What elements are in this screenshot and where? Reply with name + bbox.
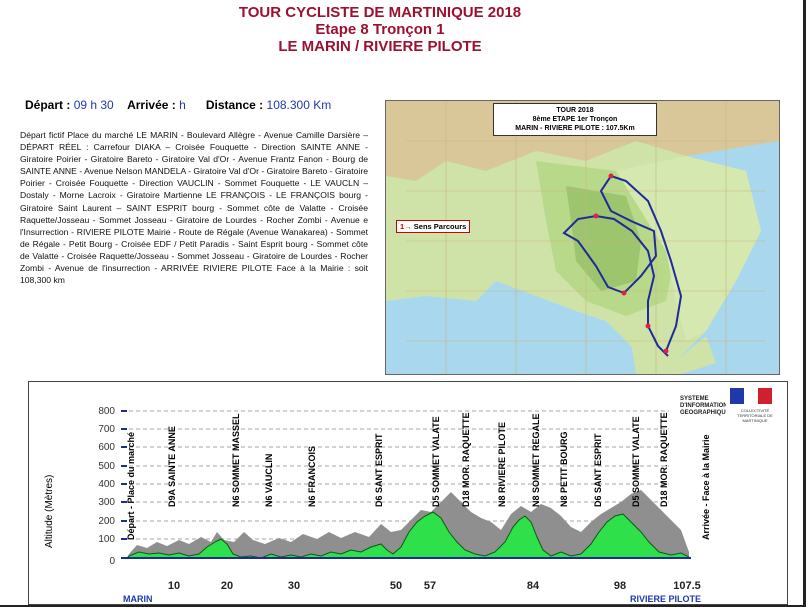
y-axis-ticks: 800 700 600 500 400 300 200 100 0 xyxy=(98,406,115,567)
logo-text: COLLECTIVITÉ TERRITORIALE DE MARTINIQUE xyxy=(737,408,773,423)
place-n6-francois: N6 FRANCOIS xyxy=(307,446,317,507)
distance-label: Distance : xyxy=(205,98,264,112)
profile-graphic: 800 700 600 500 400 300 200 100 0 Départ… xyxy=(98,406,711,592)
km-57: 57 xyxy=(424,580,436,592)
km-20: 20 xyxy=(221,580,233,592)
direction-text: Sens Parcours xyxy=(413,222,467,231)
arrivee-value: h xyxy=(179,98,186,112)
depart-label: Départ : xyxy=(25,98,71,112)
place-n8-sommet-regale: N8 SOMMET REGALE xyxy=(531,413,541,507)
ytick-100: 100 xyxy=(98,534,115,545)
km-98: 98 xyxy=(614,580,626,592)
direction-arrow: 1→ xyxy=(400,222,412,231)
ytick-700: 700 xyxy=(98,424,115,435)
collectivite-logo: COLLECTIVITÉ TERRITORIALE DE MARTINIQUE xyxy=(726,386,782,456)
title-line-1: TOUR CYCLISTE DE MARTINIQUE 2018 xyxy=(238,4,522,21)
arrivee-label: Arrivée : xyxy=(127,98,176,112)
ytick-800: 800 xyxy=(98,406,115,417)
start-town: MARIN xyxy=(123,594,153,604)
ytick-200: 200 xyxy=(98,516,115,527)
map-graphic xyxy=(386,101,779,374)
title-line-2: Etape 8 Tronçon 1 xyxy=(315,21,445,38)
place-d6-sant-esprit-1: D6 SANT ESPRIT xyxy=(374,433,384,507)
header-titles: TOUR CYCLISTE DE MARTINIQUE 2018 Etape 8… xyxy=(0,4,760,55)
place-d18-mor-raquette-1: D18 MOR. RAQUETTE xyxy=(461,412,471,507)
end-town: RIVIERE PILOTE xyxy=(630,594,702,604)
place-arrivee: Arrivée - Face à la Mairie xyxy=(701,434,711,540)
place-n6-sommet-massel: N6 SOMMET MASSEL xyxy=(231,413,241,507)
title-line-3: LE MARIN / RIVIERE PILOTE xyxy=(278,38,482,55)
stage-info: Départ : 09 h 30 Arrivée : h Distance : … xyxy=(25,98,331,112)
km-labels: 10 20 30 50 57 84 98 107.5 xyxy=(168,580,701,592)
y-axis-label: Altitude (Mètres) xyxy=(44,474,55,548)
depart-value: 09 h 30 xyxy=(73,98,114,112)
place-d5-sommet-valate-1: D5 SOMMET VALATE xyxy=(431,416,441,507)
ytick-300: 300 xyxy=(98,497,115,508)
place-depart: Départ - Place du marché xyxy=(126,432,136,540)
place-d5-sommet-valate-2: D5 SOMMET VALATE xyxy=(631,416,641,507)
km-30: 30 xyxy=(288,580,300,592)
ytick-400: 400 xyxy=(98,479,115,490)
km-84: 84 xyxy=(527,580,540,592)
elevation-profile: 800 700 600 500 400 300 200 100 0 Départ… xyxy=(28,381,788,605)
km-107-5: 107.5 xyxy=(673,580,701,592)
direction-label: 1→ Sens Parcours xyxy=(396,220,471,233)
place-d18-mor-raquette-2: D18 MOR. RAQUETTE xyxy=(659,412,669,507)
place-n6-vauclin: N6 VAUCLIN xyxy=(264,454,274,507)
route-description: Départ fictif Place du marché LE MARIN -… xyxy=(20,130,368,286)
place-n8-riviere-pilote: N8 RIVIERE PILOTE xyxy=(497,422,507,507)
route-map: TOUR 2018 8ème ETAPE 1er Tronçon MARIN -… xyxy=(385,100,780,375)
place-d9a-sainte-anne: D9A SAINTE ANNE xyxy=(167,426,177,507)
french-flag-icon xyxy=(730,388,774,404)
map-label-line-2: 8ème ETAPE 1er Tronçon xyxy=(532,116,618,123)
place-d6-sant-esprit-2: D6 SANT ESPRIT xyxy=(593,433,603,507)
ign-caption: SYSTEME D'INFORMATION GEOGRAPHIQUE xyxy=(680,396,730,416)
distance-value: 108.300 Km xyxy=(266,98,332,112)
km-10: 10 xyxy=(168,580,180,592)
ytick-600: 600 xyxy=(98,442,115,453)
map-label-line-3: MARIN - RIVIERE PILOTE : 107.5Km xyxy=(515,125,635,132)
km-50: 50 xyxy=(390,580,402,592)
map-label-line-1: TOUR 2018 xyxy=(556,107,594,114)
place-n8-petit-bourg: N8 PETIT BOURG xyxy=(559,431,569,507)
map-legend: TOUR 2018 8ème ETAPE 1er Tronçon MARIN -… xyxy=(493,103,657,136)
ytick-0: 0 xyxy=(109,556,115,567)
ytick-500: 500 xyxy=(98,461,115,472)
